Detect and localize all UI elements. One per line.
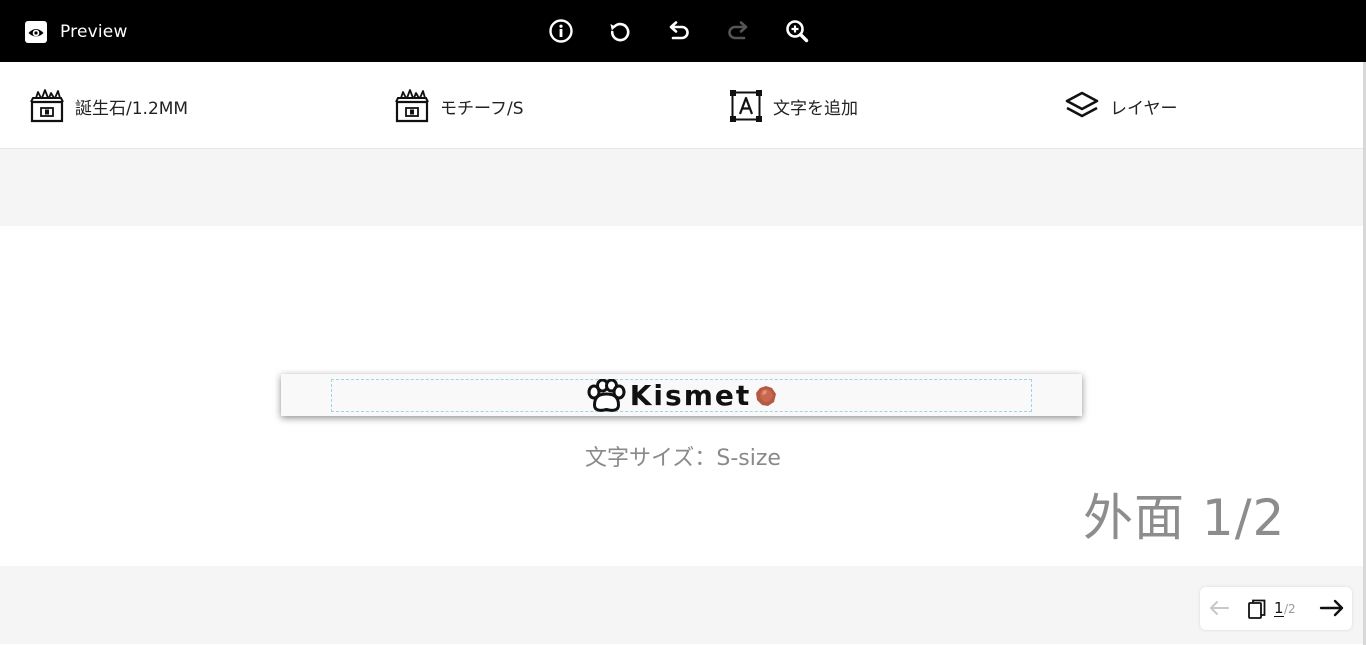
copy-page-icon [1248, 599, 1266, 619]
zoom-in-icon [786, 20, 809, 43]
undo-icon [669, 21, 689, 40]
engraving-text: Kismet [629, 378, 752, 412]
birthstone-label: 誕生石/1.2MM [75, 98, 189, 119]
top-bar: Preview [0, 0, 1366, 62]
paw-icon [587, 378, 626, 412]
text-size-caption: 文字サイズ：S-size [585, 446, 781, 471]
undo-button[interactable] [666, 17, 692, 45]
birthstone-button[interactable]: 誕生石/1.2MM [29, 88, 188, 124]
layers-label: レイヤー [1110, 98, 1178, 119]
page-navigator: 1 /2 [1200, 587, 1352, 630]
info-button[interactable] [548, 17, 574, 45]
next-page-icon[interactable] [1319, 596, 1345, 620]
preview-label: Preview [60, 22, 128, 42]
canvas-top-band [0, 149, 1366, 226]
redo-button[interactable] [725, 17, 751, 45]
reset-icon [610, 22, 630, 42]
motif-label: モチーフ/S [440, 98, 524, 119]
add-text-label: 文字を追加 [773, 98, 858, 119]
birthstone-icon [756, 385, 777, 406]
add-text-icon [730, 90, 762, 122]
engraving-text-box[interactable]: Kismet [331, 378, 1032, 412]
motif-box-icon [395, 89, 429, 123]
preview-button[interactable]: Preview [24, 19, 128, 45]
design-toolbar: 誕生石/1.2MM モチーフ/S 文字を追加 レイヤー [0, 62, 1366, 149]
preview-eye-icon [25, 21, 47, 43]
layers-button[interactable]: レイヤー [1064, 88, 1178, 124]
redo-icon [728, 21, 748, 40]
layers-icon [1065, 91, 1099, 118]
info-icon [549, 19, 573, 43]
total-pages: /2 [1284, 602, 1296, 616]
add-text-button[interactable]: 文字を追加 [729, 88, 858, 124]
prev-page-icon[interactable] [1207, 596, 1231, 620]
canvas-bottom-band [0, 566, 1366, 644]
reset-button[interactable] [607, 17, 633, 45]
side-label: 外面 1/2 [1083, 489, 1286, 547]
gem-box-icon [30, 89, 64, 123]
zoom-in-button[interactable] [784, 17, 810, 45]
current-page: 1 [1274, 599, 1284, 617]
motif-button[interactable]: モチーフ/S [394, 88, 524, 124]
editor-tools [548, 17, 810, 45]
